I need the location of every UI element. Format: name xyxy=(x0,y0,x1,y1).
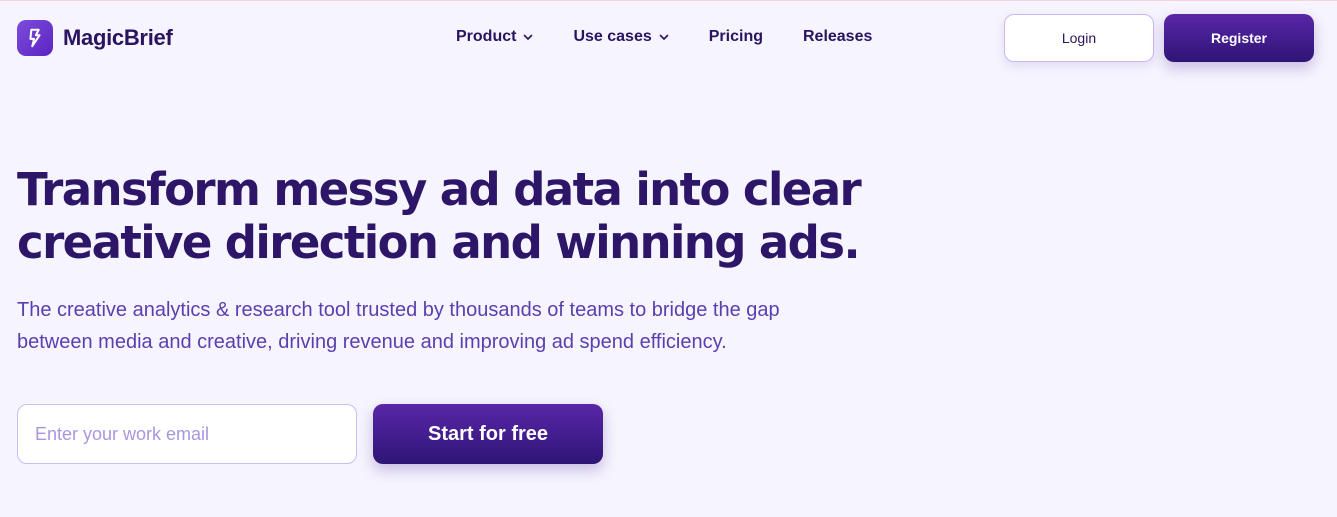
login-button[interactable]: Login xyxy=(1004,14,1154,62)
nav-item-pricing[interactable]: Pricing xyxy=(709,28,763,46)
nav-item-label: Use cases xyxy=(573,28,652,45)
hero-subtitle: The creative analytics & research tool t… xyxy=(17,299,780,353)
brand-logo[interactable]: MagicBrief xyxy=(17,20,173,56)
brand-name: MagicBrief xyxy=(63,25,173,50)
nav-item-product[interactable]: Product xyxy=(456,28,533,46)
nav-item-use-cases[interactable]: Use cases xyxy=(573,28,669,46)
hero-title: Transform messy ad data into clear creat… xyxy=(17,163,862,269)
email-field[interactable] xyxy=(17,404,357,464)
chevron-down-icon xyxy=(659,32,669,42)
nav-item-label: Releases xyxy=(802,28,873,45)
chevron-down-icon xyxy=(523,32,533,42)
lightning-bolt-icon xyxy=(17,20,53,56)
register-button[interactable]: Register xyxy=(1164,14,1314,62)
site-header: MagicBrief Product Use cases Pricing Rel… xyxy=(0,1,1337,77)
nav-item-label: Pricing xyxy=(708,28,763,45)
main-nav: Product Use cases Pricing Releases xyxy=(456,28,872,46)
nav-item-label: Product xyxy=(456,28,517,45)
nav-item-releases[interactable]: Releases xyxy=(803,28,872,46)
start-for-free-button[interactable]: Start for free xyxy=(373,404,603,464)
